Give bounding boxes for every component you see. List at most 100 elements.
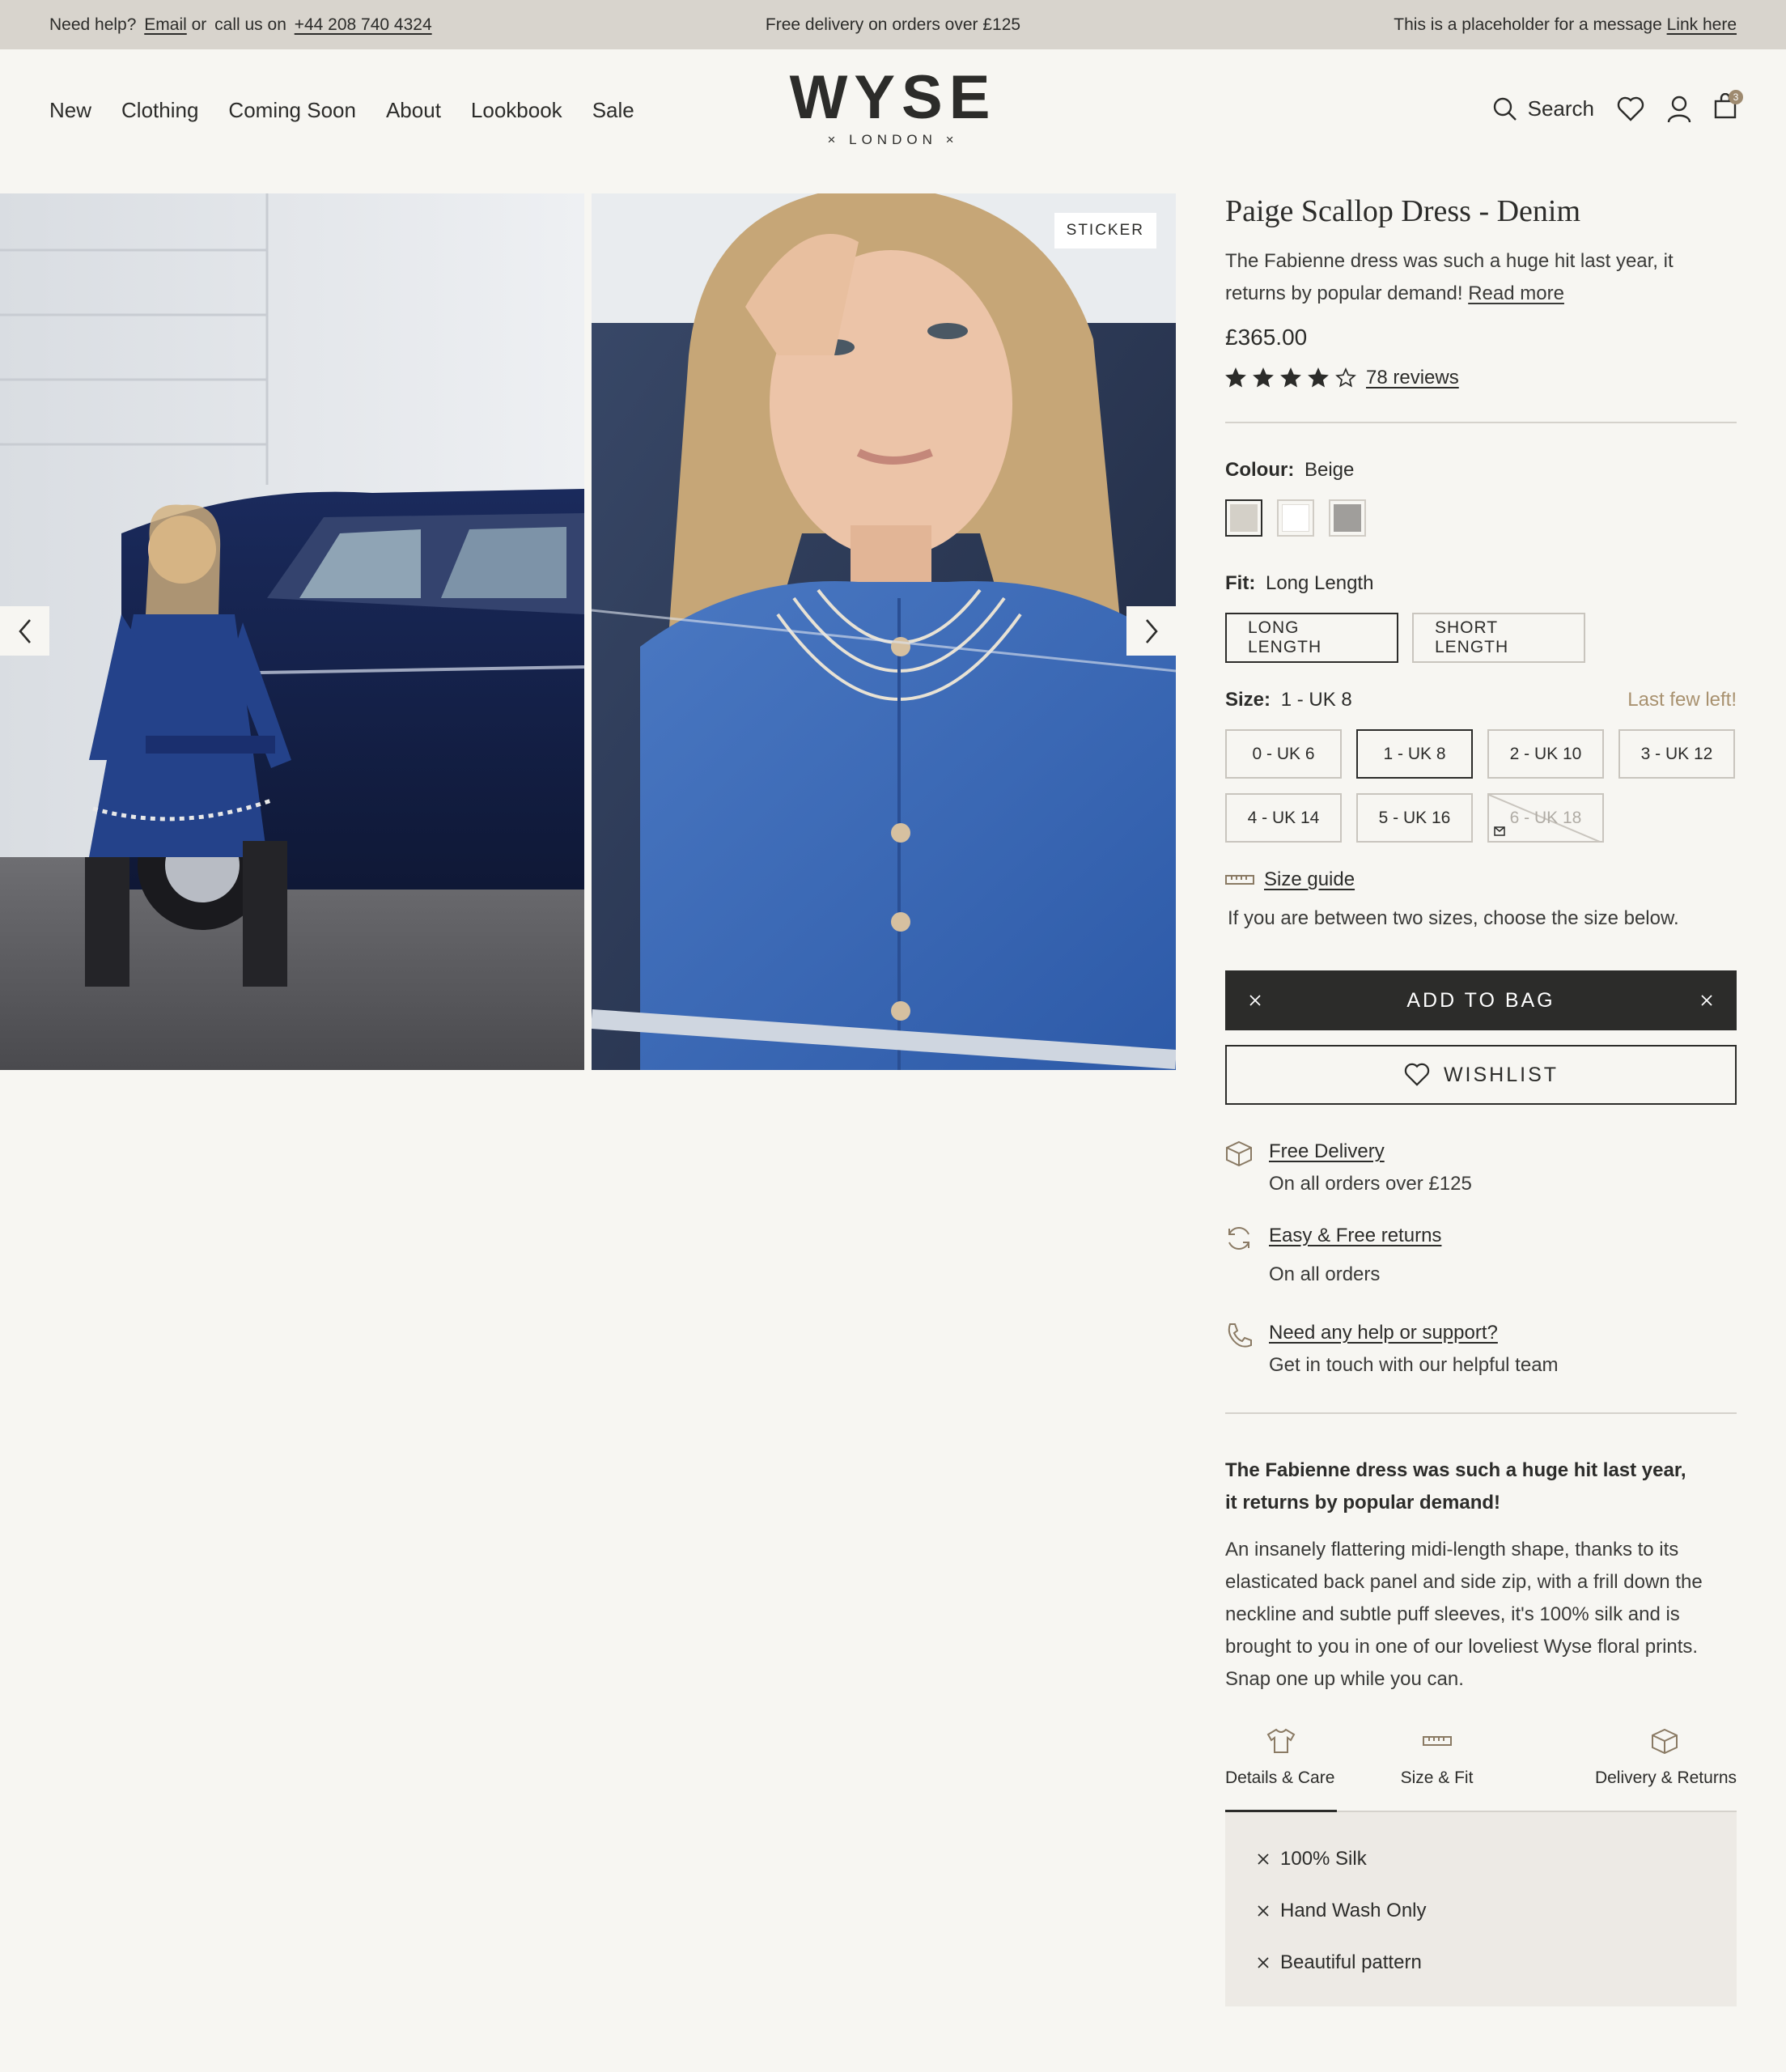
- bag-button[interactable]: 3: [1714, 90, 1743, 125]
- close-icon: [1258, 1853, 1269, 1865]
- gallery-prev-button[interactable]: [0, 606, 49, 656]
- support-link[interactable]: Need any help or support?: [1269, 1322, 1498, 1344]
- detail-text: Hand Wash Only: [1280, 1900, 1427, 1921]
- star-filled-icon: [1225, 367, 1246, 388]
- tab-size-fit-label: Size & Fit: [1400, 1768, 1474, 1787]
- list-item: Beautiful pattern: [1258, 1937, 1704, 1989]
- heart-icon[interactable]: [1617, 96, 1644, 122]
- search-button[interactable]: Search: [1492, 96, 1594, 122]
- star-filled-icon: [1253, 367, 1274, 388]
- product-lead: The Fabienne dress was such a huge hit l…: [1225, 245, 1737, 310]
- nav-item-about[interactable]: About: [386, 98, 441, 123]
- phone-link[interactable]: +44 208 740 4324: [295, 15, 432, 34]
- feature-support: Need any help or support? Get in touch w…: [1225, 1322, 1737, 1377]
- size-option-uk6[interactable]: 0 - UK 6: [1225, 729, 1342, 779]
- placeholder-link[interactable]: Link here: [1667, 15, 1737, 34]
- chevron-right-icon: [1145, 618, 1158, 643]
- size-guide[interactable]: Size guide: [1225, 868, 1737, 891]
- phone-icon: [1228, 1323, 1252, 1348]
- tab-size-fit[interactable]: Size & Fit: [1337, 1725, 1537, 1811]
- product-rating: 78 reviews: [1225, 367, 1737, 389]
- add-to-bag-button[interactable]: ADD TO BAG: [1225, 970, 1737, 1030]
- size-option-uk10[interactable]: 2 - UK 10: [1487, 729, 1604, 779]
- nav-item-clothing[interactable]: Clothing: [121, 98, 198, 123]
- active-tab-indicator: [1225, 1810, 1337, 1812]
- fit-option-short-length[interactable]: SHORT LENGTH: [1412, 613, 1585, 663]
- size-option-uk18-unavailable[interactable]: 6 - UK 18: [1487, 793, 1604, 843]
- size-option-uk8[interactable]: 1 - UK 8: [1356, 729, 1473, 779]
- site-header: New Clothing Coming Soon About Lookbook …: [0, 49, 1786, 193]
- fit-options: LONG LENGTH SHORT LENGTH: [1225, 613, 1737, 663]
- ruler-icon: [1225, 875, 1254, 885]
- product-image-2[interactable]: STICKER: [592, 193, 1176, 1070]
- colour-swatches: [1225, 499, 1737, 537]
- product-photo-full-length: [0, 193, 584, 1070]
- or-text: or: [191, 15, 207, 34]
- read-more-link[interactable]: Read more: [1468, 282, 1564, 304]
- detail-text: Beautiful pattern: [1280, 1951, 1422, 1973]
- product-sticker-badge: STICKER: [1054, 213, 1156, 248]
- colour-label: Colour:: [1225, 459, 1295, 481]
- swatch-fill: [1282, 504, 1309, 532]
- mail-icon: [1494, 826, 1505, 836]
- reviews-link[interactable]: 78 reviews: [1366, 367, 1459, 389]
- colour-swatch[interactable]: [1329, 499, 1366, 537]
- size-guide-link[interactable]: Size guide: [1264, 868, 1355, 891]
- chevron-left-icon: [18, 618, 31, 643]
- product-lead-text: The Fabienne dress was such a huge hit l…: [1225, 250, 1674, 304]
- close-icon: [1258, 1957, 1269, 1968]
- swatch-fill: [1334, 504, 1361, 532]
- free-delivery-link[interactable]: Free Delivery: [1269, 1140, 1385, 1162]
- divider: [1225, 1412, 1737, 1414]
- site-logo[interactable]: WYSE × LONDON ×: [790, 67, 997, 148]
- gallery-next-button[interactable]: [1126, 606, 1176, 656]
- product-image-1[interactable]: [0, 193, 584, 1070]
- swatch-fill: [1230, 504, 1258, 532]
- details-list: 100% Silk Hand Wash Only Beautiful patte…: [1225, 1812, 1737, 2006]
- product-price: £365.00: [1225, 325, 1308, 350]
- nav-item-new[interactable]: New: [49, 98, 91, 123]
- size-option-uk14[interactable]: 4 - UK 14: [1225, 793, 1342, 843]
- description-body: An insanely flattering midi-length shape…: [1225, 1539, 1703, 1690]
- add-to-bag-label: ADD TO BAG: [1406, 988, 1555, 1012]
- placeholder-text: This is a placeholder for a message: [1394, 15, 1662, 34]
- logo-wordmark: WYSE: [789, 63, 997, 132]
- wishlist-label: WISHLIST: [1443, 1063, 1559, 1086]
- list-item: Hand Wash Only: [1258, 1885, 1704, 1937]
- main-nav: New Clothing Coming Soon About Lookbook …: [49, 98, 634, 123]
- nav-item-lookbook[interactable]: Lookbook: [471, 98, 562, 123]
- placeholder-message: This is a placeholder for a message Link…: [1394, 15, 1737, 35]
- email-link[interactable]: Email: [144, 15, 187, 34]
- nav-item-coming-soon[interactable]: Coming Soon: [228, 98, 356, 123]
- colour-swatch[interactable]: [1225, 499, 1262, 537]
- size-option-uk16[interactable]: 5 - UK 16: [1356, 793, 1473, 843]
- wishlist-button[interactable]: WISHLIST: [1225, 1045, 1737, 1105]
- returns-link[interactable]: Easy & Free returns: [1269, 1225, 1441, 1246]
- search-icon: [1493, 97, 1517, 121]
- tab-details-care-label: Details & Care: [1225, 1768, 1335, 1787]
- header-actions: Search 3: [1492, 90, 1743, 125]
- fit-selector-label: Fit: Long Length: [1225, 572, 1737, 595]
- size-selector-label: Size: 1 - UK 8 Last few left!: [1225, 689, 1737, 711]
- close-icon: [1701, 995, 1712, 1006]
- size-option-uk18-label: 6 - UK 18: [1509, 808, 1582, 827]
- nav-item-sale[interactable]: Sale: [592, 98, 634, 123]
- free-delivery-sub: On all orders over £125: [1269, 1173, 1472, 1195]
- colour-swatch[interactable]: [1277, 499, 1314, 537]
- help-contact: Need help? Email or call us on +44 208 7…: [49, 15, 432, 35]
- size-option-uk12[interactable]: 3 - UK 12: [1618, 729, 1735, 779]
- feature-free-delivery: Free Delivery On all orders over £125: [1225, 1140, 1737, 1195]
- search-label: Search: [1527, 96, 1594, 121]
- fit-value: Long Length: [1265, 572, 1374, 594]
- info-tabs: Details & Care Size & Fit Delivery & Ret…: [1225, 1725, 1737, 1812]
- colour-selector-label: Colour: Beige: [1225, 459, 1737, 482]
- star-filled-icon: [1308, 367, 1329, 388]
- size-label: Size:: [1225, 689, 1271, 711]
- logo-subtitle: × LONDON ×: [827, 132, 959, 147]
- fit-option-long-length[interactable]: LONG LENGTH: [1225, 613, 1398, 663]
- tab-details-care[interactable]: Details & Care: [1225, 1725, 1337, 1811]
- size-value: 1 - UK 8: [1280, 689, 1352, 711]
- tab-delivery-returns[interactable]: Delivery & Returns: [1537, 1725, 1737, 1811]
- account-icon[interactable]: [1667, 96, 1691, 123]
- tshirt-icon: [1266, 1728, 1296, 1753]
